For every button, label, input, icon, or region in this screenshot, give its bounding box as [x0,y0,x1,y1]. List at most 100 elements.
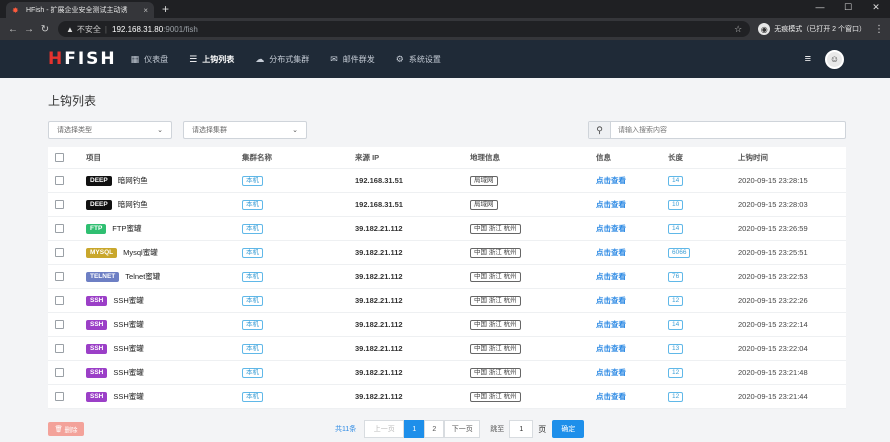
incognito-indicator[interactable]: ◉ 无痕模式（已打开 2 个窗口） [758,23,866,35]
chevron-down-icon: ⌄ [157,127,163,134]
project-badge: SSH [86,343,108,354]
view-info-link[interactable]: 点击查看 [596,320,626,329]
project-name: FTP蜜罐 [112,224,142,233]
row-checkbox[interactable] [55,248,64,257]
nav-label: 系统设置 [408,54,441,64]
project-name: 暗网钓鱼 [117,176,148,185]
search-input[interactable] [611,122,845,138]
view-info-link[interactable]: 点击查看 [596,224,626,233]
nav-mail[interactable]: ✉ 邮件群发 [330,54,375,65]
project-name: SSH蜜罐 [113,392,144,401]
type-select[interactable]: 请选择类型 ⌄ [48,121,172,139]
cluster-tag: 本机 [242,320,263,330]
bookmark-star-icon[interactable]: ☆ [734,24,742,35]
view-info-link[interactable]: 点击查看 [596,368,626,377]
confirm-button[interactable]: 确定 [552,420,585,438]
page-2-button[interactable]: 2 [424,420,445,438]
geo-tag: 中国 浙江 杭州 [470,392,521,402]
dashboard-icon: ▦ [130,53,140,64]
jump-label: 跳至 [490,426,505,433]
filter-bar: 请选择类型 ⌄ 请选择集群 ⌄ ⚲ [48,121,846,139]
nav-settings[interactable]: ⚙ 系统设置 [396,54,441,65]
geo-tag: 中国 浙江 杭州 [470,272,521,282]
table-footer: 🗑 删除 共11条 上一页 1 2 下一页 跳至 1 页 确定 [48,420,846,438]
search-box: ⚲ [588,121,846,139]
source-ip: 39.182.21.112 [355,368,403,377]
length-tag: 76 [668,272,684,282]
cluster-tag: 本机 [242,272,263,282]
address-bar[interactable]: ▲ 不安全 | 192.168.31.80:9001/fish ☆ [58,21,751,37]
hook-time: 2020-09-15 23:22:26 [738,296,808,305]
project-badge: MYSQL [86,247,118,258]
hook-time: 2020-09-15 23:22:53 [738,272,808,281]
geo-tag: 局域网 [470,176,498,186]
row-checkbox[interactable] [55,224,64,233]
cluster-tag: 本机 [242,392,263,402]
nav-hook-list[interactable]: ☰ 上钩列表 [189,54,234,65]
prev-page-button[interactable]: 上一页 [364,420,405,438]
view-info-link[interactable]: 点击查看 [596,248,626,257]
row-checkbox[interactable] [55,392,64,401]
view-info-link[interactable]: 点击查看 [596,176,626,185]
new-tab-button[interactable]: + [162,2,169,16]
page-1-button[interactable]: 1 [404,420,425,438]
next-page-button[interactable]: 下一页 [444,420,481,438]
close-window-button[interactable]: ✕ [862,0,890,14]
back-icon[interactable]: ← [6,24,20,35]
view-info-link[interactable]: 点击查看 [596,296,626,305]
cluster-tag: 本机 [242,200,263,210]
page-unit-label: 页 [538,424,547,434]
row-checkbox[interactable] [55,368,64,377]
avatar[interactable]: ☺ [825,49,844,69]
geo-tag: 中国 浙江 杭州 [470,344,521,354]
source-ip: 39.182.21.112 [355,392,403,401]
maximize-button[interactable]: ☐ [834,0,862,14]
row-checkbox[interactable] [55,176,64,185]
browser-menu-icon[interactable]: ⋮ [874,24,884,35]
length-tag: 13 [668,344,684,354]
hfish-logo[interactable]: HFISH [48,49,117,69]
nav-dashboard[interactable]: ▦ 仪表盘 [131,54,169,65]
tab-title: HFish - 扩展企业安全测试主动诱 [26,7,128,14]
search-icon[interactable]: ⚲ [589,122,611,138]
col-source-ip: 来源 IP [355,153,380,162]
geo-tag: 中国 浙江 杭州 [470,320,521,330]
cluster-tag: 本机 [242,224,263,234]
row-checkbox[interactable] [55,320,64,329]
geo-tag: 中国 浙江 杭州 [470,368,521,378]
delete-button[interactable]: 🗑 删除 [48,422,84,436]
project-badge: DEEP [86,175,112,186]
incognito-label: 无痕模式（已打开 2 个窗口） [774,26,866,33]
table-row: MYSQL Mysql蜜罐 本机 39.182.21.112 中国 浙江 杭州 点击查看 6… [48,241,846,265]
forward-icon[interactable]: → [22,24,36,35]
cluster-select[interactable]: 请选择集群 ⌄ [183,121,307,139]
minimize-button[interactable]: — [806,0,834,14]
nav-cluster[interactable]: ☁ 分布式集群 [255,54,309,65]
hook-time: 2020-09-15 23:22:04 [738,344,808,353]
col-info: 信息 [596,153,611,162]
source-ip: 192.168.31.51 [355,176,403,185]
project-name: SSH蜜罐 [113,368,144,377]
row-checkbox[interactable] [55,272,64,281]
reload-icon[interactable]: ↻ [38,24,52,35]
browser-tab[interactable]: ✸ HFish - 扩展企业安全测试主动诱 × [6,2,154,18]
view-info-link[interactable]: 点击查看 [596,200,626,209]
col-geo: 地理信息 [470,153,500,162]
row-checkbox[interactable] [55,344,64,353]
nav-label: 上钩列表 [202,54,235,64]
view-info-link[interactable]: 点击查看 [596,392,626,401]
pagination: 共11条 上一页 1 2 下一页 跳至 1 页 确定 [335,420,585,438]
row-checkbox[interactable] [55,200,64,209]
view-info-link[interactable]: 点击查看 [596,272,626,281]
select-all-checkbox[interactable] [55,153,64,162]
length-tag: 14 [668,320,684,330]
jump-page-input[interactable]: 1 [509,420,534,438]
chevron-down-icon: ⌄ [292,127,298,134]
project-name: SSH蜜罐 [113,320,144,329]
hook-time: 2020-09-15 23:26:59 [738,224,808,233]
view-info-link[interactable]: 点击查看 [596,344,626,353]
tab-close-icon[interactable]: × [143,6,148,15]
menu-icon[interactable]: ≡ [805,53,811,65]
geo-tag: 中国 浙江 杭州 [470,248,521,258]
row-checkbox[interactable] [55,296,64,305]
